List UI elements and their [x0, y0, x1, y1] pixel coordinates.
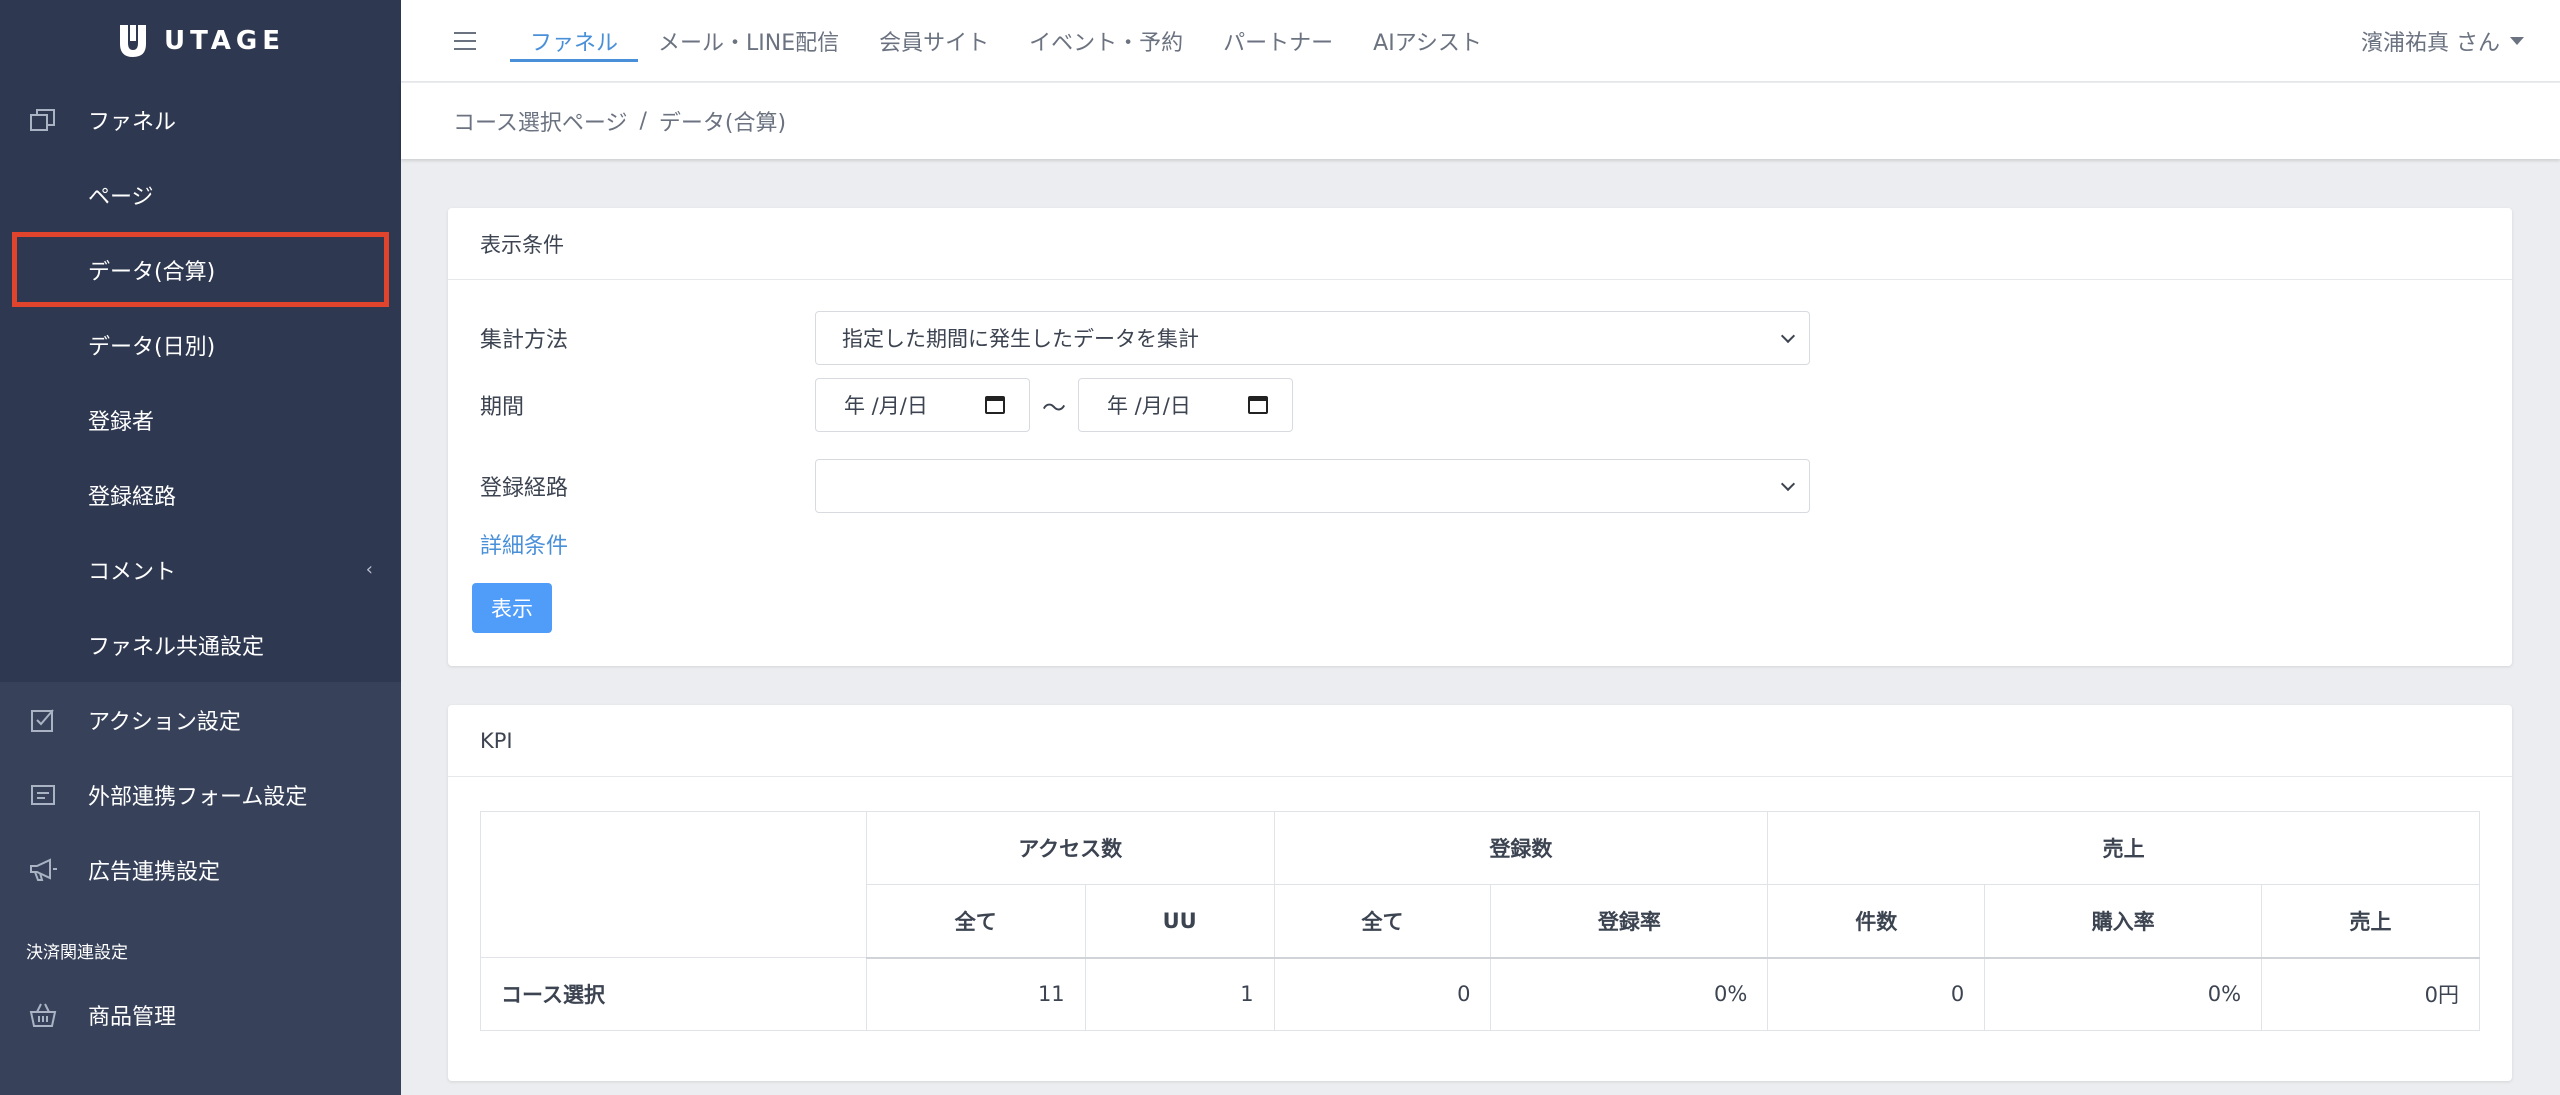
- user-name: 濱浦祐真 さん: [2361, 31, 2500, 56]
- method-select[interactable]: 指定した期間に発生したデータを集計: [815, 311, 1810, 365]
- sidebar-item-label: 外部連携フォーム設定: [88, 784, 308, 810]
- megaphone-icon: [28, 855, 58, 885]
- sidebar-item-routes[interactable]: 登録経路: [0, 457, 401, 532]
- kpi-card: KPI アクセス数 登録数 売上 全て UU 全て 登録率 件数 購入率 売上 …: [448, 705, 2512, 1081]
- sidebar-item-label: ファネル: [88, 109, 177, 135]
- logo[interactable]: UTAGE: [0, 0, 401, 82]
- basket-icon: [28, 1000, 58, 1030]
- calendar-icon[interactable]: [1248, 396, 1268, 414]
- sidebar-item-label: 商品管理: [88, 1004, 177, 1030]
- tab-partner[interactable]: パートナー: [1203, 0, 1353, 82]
- kpi-cell: 11: [865, 957, 1086, 1031]
- kpi-cell: 0円: [2261, 957, 2480, 1031]
- kpi-subheader: 件数: [1767, 884, 1986, 959]
- method-row: 集計方法 指定した期間に発生したデータを集計: [480, 311, 1810, 365]
- method-select-value: 指定した期間に発生したデータを集計: [842, 327, 1199, 351]
- hamburger-menu-icon[interactable]: [454, 31, 476, 50]
- sidebar-item-funnel-settings[interactable]: ファネル共通設定: [0, 607, 401, 682]
- start-date-placeholder: 年 /月/日: [844, 394, 928, 418]
- kpi-row-label: コース選択: [480, 957, 867, 1031]
- sidebar-item-label: ページ: [88, 184, 154, 210]
- tab-funnel[interactable]: ファネル: [510, 0, 639, 82]
- period-label: 期間: [480, 395, 525, 420]
- tab-ai-assist[interactable]: AIアシスト: [1353, 0, 1502, 82]
- tab-mail-line[interactable]: メール・LINE配信: [638, 0, 859, 82]
- breadcrumb-current: データ(合算): [658, 111, 787, 136]
- sidebar-item-registrants[interactable]: 登録者: [0, 382, 401, 457]
- sidebar-item-label: 登録者: [88, 409, 155, 435]
- sidebar-item-label: ファネル共通設定: [88, 634, 265, 660]
- kpi-subheader: UU: [1084, 884, 1275, 959]
- chevron-down-icon: [1780, 328, 1796, 344]
- kpi-cell: 0: [1273, 957, 1492, 1031]
- funnel-submenu: ファネル ページ データ(合算) データ(日別) 登録者 登録経路 コメント ‹…: [0, 82, 401, 682]
- sidebar-item-label: アクション設定: [88, 709, 241, 735]
- sidebar-item-funnel[interactable]: ファネル: [0, 82, 401, 157]
- kpi-cell: 0%: [1984, 957, 2263, 1031]
- utage-logo-icon: [119, 25, 146, 57]
- tab-member-site[interactable]: 会員サイト: [859, 0, 1009, 82]
- chevron-left-icon: ‹: [365, 559, 373, 580]
- sidebar-item-external-forms[interactable]: 外部連携フォーム設定: [0, 757, 401, 832]
- kpi-subheader: 売上: [2261, 884, 2480, 959]
- period-row: 期間 年 /月/日 〜 年 /月/日: [480, 378, 1293, 432]
- route-select[interactable]: [815, 459, 1810, 513]
- sidebar-item-label: データ(合算): [88, 259, 216, 285]
- kpi-subheader: 全て: [865, 884, 1086, 959]
- kpi-subheader: 登録率: [1490, 884, 1769, 959]
- sidebar-item-pages[interactable]: ページ: [0, 157, 401, 232]
- main-nav: ファネル メール・LINE配信 会員サイト イベント・予約 パートナー AIアシ…: [510, 0, 1502, 82]
- kpi-subheader: 購入率: [1984, 884, 2263, 959]
- kpi-subheader: 全て: [1273, 884, 1492, 959]
- table-row: コース選択 11 1 0 0% 0 0% 0円: [480, 957, 2480, 1031]
- end-date-input[interactable]: 年 /月/日: [1078, 378, 1293, 432]
- calendar-icon[interactable]: [985, 396, 1005, 414]
- sidebar-item-label: データ(日別): [88, 334, 216, 360]
- conditions-title: 表示条件: [448, 208, 2512, 280]
- sidebar-item-ads[interactable]: 広告連携設定: [0, 832, 401, 907]
- kpi-cell: 0: [1767, 957, 1986, 1031]
- detail-conditions-link[interactable]: 詳細条件: [480, 528, 568, 560]
- sidebar-item-products[interactable]: 商品管理: [0, 977, 401, 1052]
- tab-events[interactable]: イベント・予約: [1009, 0, 1203, 82]
- sidebar-item-label: 登録経路: [88, 484, 177, 510]
- kpi-group-registrations: 登録数: [1273, 811, 1769, 885]
- kpi-corner-cell: [480, 811, 867, 958]
- breadcrumb-separator: /: [639, 108, 647, 134]
- sidebar-item-label: 広告連携設定: [88, 859, 221, 885]
- kpi-cell: 1: [1084, 957, 1275, 1031]
- caret-down-icon: [2510, 37, 2524, 45]
- kpi-table: アクセス数 登録数 売上 全て UU 全て 登録率 件数 購入率 売上 コース選…: [480, 811, 2480, 1031]
- method-label: 集計方法: [480, 328, 569, 353]
- route-label: 登録経路: [480, 476, 569, 501]
- kpi-cell: 0%: [1490, 957, 1769, 1031]
- kpi-title: KPI: [448, 705, 2512, 777]
- kpi-group-access: アクセス数: [865, 811, 1275, 885]
- show-button[interactable]: 表示: [472, 583, 552, 633]
- copy-icon: [28, 105, 58, 135]
- chevron-down-icon: [1780, 476, 1796, 492]
- checkbox-icon: [28, 705, 58, 735]
- form-icon: [28, 780, 58, 810]
- kpi-header-row-1: アクセス数 登録数 売上: [480, 811, 2480, 958]
- sidebar-item-actions[interactable]: アクション設定: [0, 682, 401, 757]
- route-row: 登録経路: [480, 459, 1810, 513]
- breadcrumb: コース選択ページ / データ(合算): [401, 83, 2560, 159]
- end-date-placeholder: 年 /月/日: [1107, 394, 1191, 418]
- user-menu[interactable]: 濱浦祐真 さん: [2361, 0, 2524, 82]
- sidebar-item-label: コメント: [88, 559, 177, 585]
- sidebar-item-data-daily[interactable]: データ(日別): [0, 307, 401, 382]
- breadcrumb-parent[interactable]: コース選択ページ: [453, 105, 627, 137]
- sidebar-item-comments[interactable]: コメント ‹: [0, 532, 401, 607]
- conditions-card: 表示条件 集計方法 指定した期間に発生したデータを集計 期間 年 /月/日 〜 …: [448, 208, 2512, 666]
- sidebar-section-payment: 決済関連設定: [26, 943, 128, 963]
- start-date-input[interactable]: 年 /月/日: [815, 378, 1030, 432]
- sidebar-item-data-total[interactable]: データ(合算): [12, 232, 389, 307]
- top-navbar: ファネル メール・LINE配信 会員サイト イベント・予約 パートナー AIアシ…: [401, 0, 2560, 82]
- period-tilde: 〜: [1042, 393, 1066, 422]
- kpi-group-sales: 売上: [1767, 811, 2480, 885]
- brand-name: UTAGE: [163, 26, 286, 56]
- sidebar: UTAGE ファネル ページ データ(合算) データ(日別) 登録者 登録経路 …: [0, 0, 401, 1095]
